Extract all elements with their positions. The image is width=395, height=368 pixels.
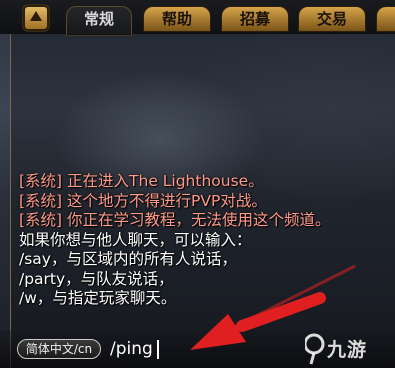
chat-message-system: [系统] 你正在学习教程，无法使用这个频道。 [19,211,331,229]
tab-trade[interactable]: 交易 [298,6,366,32]
tab-more[interactable] [376,6,395,32]
chat-message: 如果你想与他人聊天，可以输入： [19,230,252,249]
chat-message-system: [系统] 正在进入The Lighthouse。 [19,172,264,190]
language-selector-button[interactable]: 简体中文/cn [17,339,101,359]
up-triangle-icon [30,11,42,21]
watermark-text: 九游 [327,339,368,361]
chat-message-system: [系统] 这个地方不得进行PVP对战。 [19,191,267,210]
tab-help[interactable]: 帮助 [143,6,211,32]
chat-menu-button[interactable] [22,4,50,32]
tab-general[interactable]: 常规 [66,6,132,36]
chat-tab-bar: 常规 帮助 招募 交易 [0,0,395,36]
tab-recruit[interactable]: 招募 [221,6,289,32]
